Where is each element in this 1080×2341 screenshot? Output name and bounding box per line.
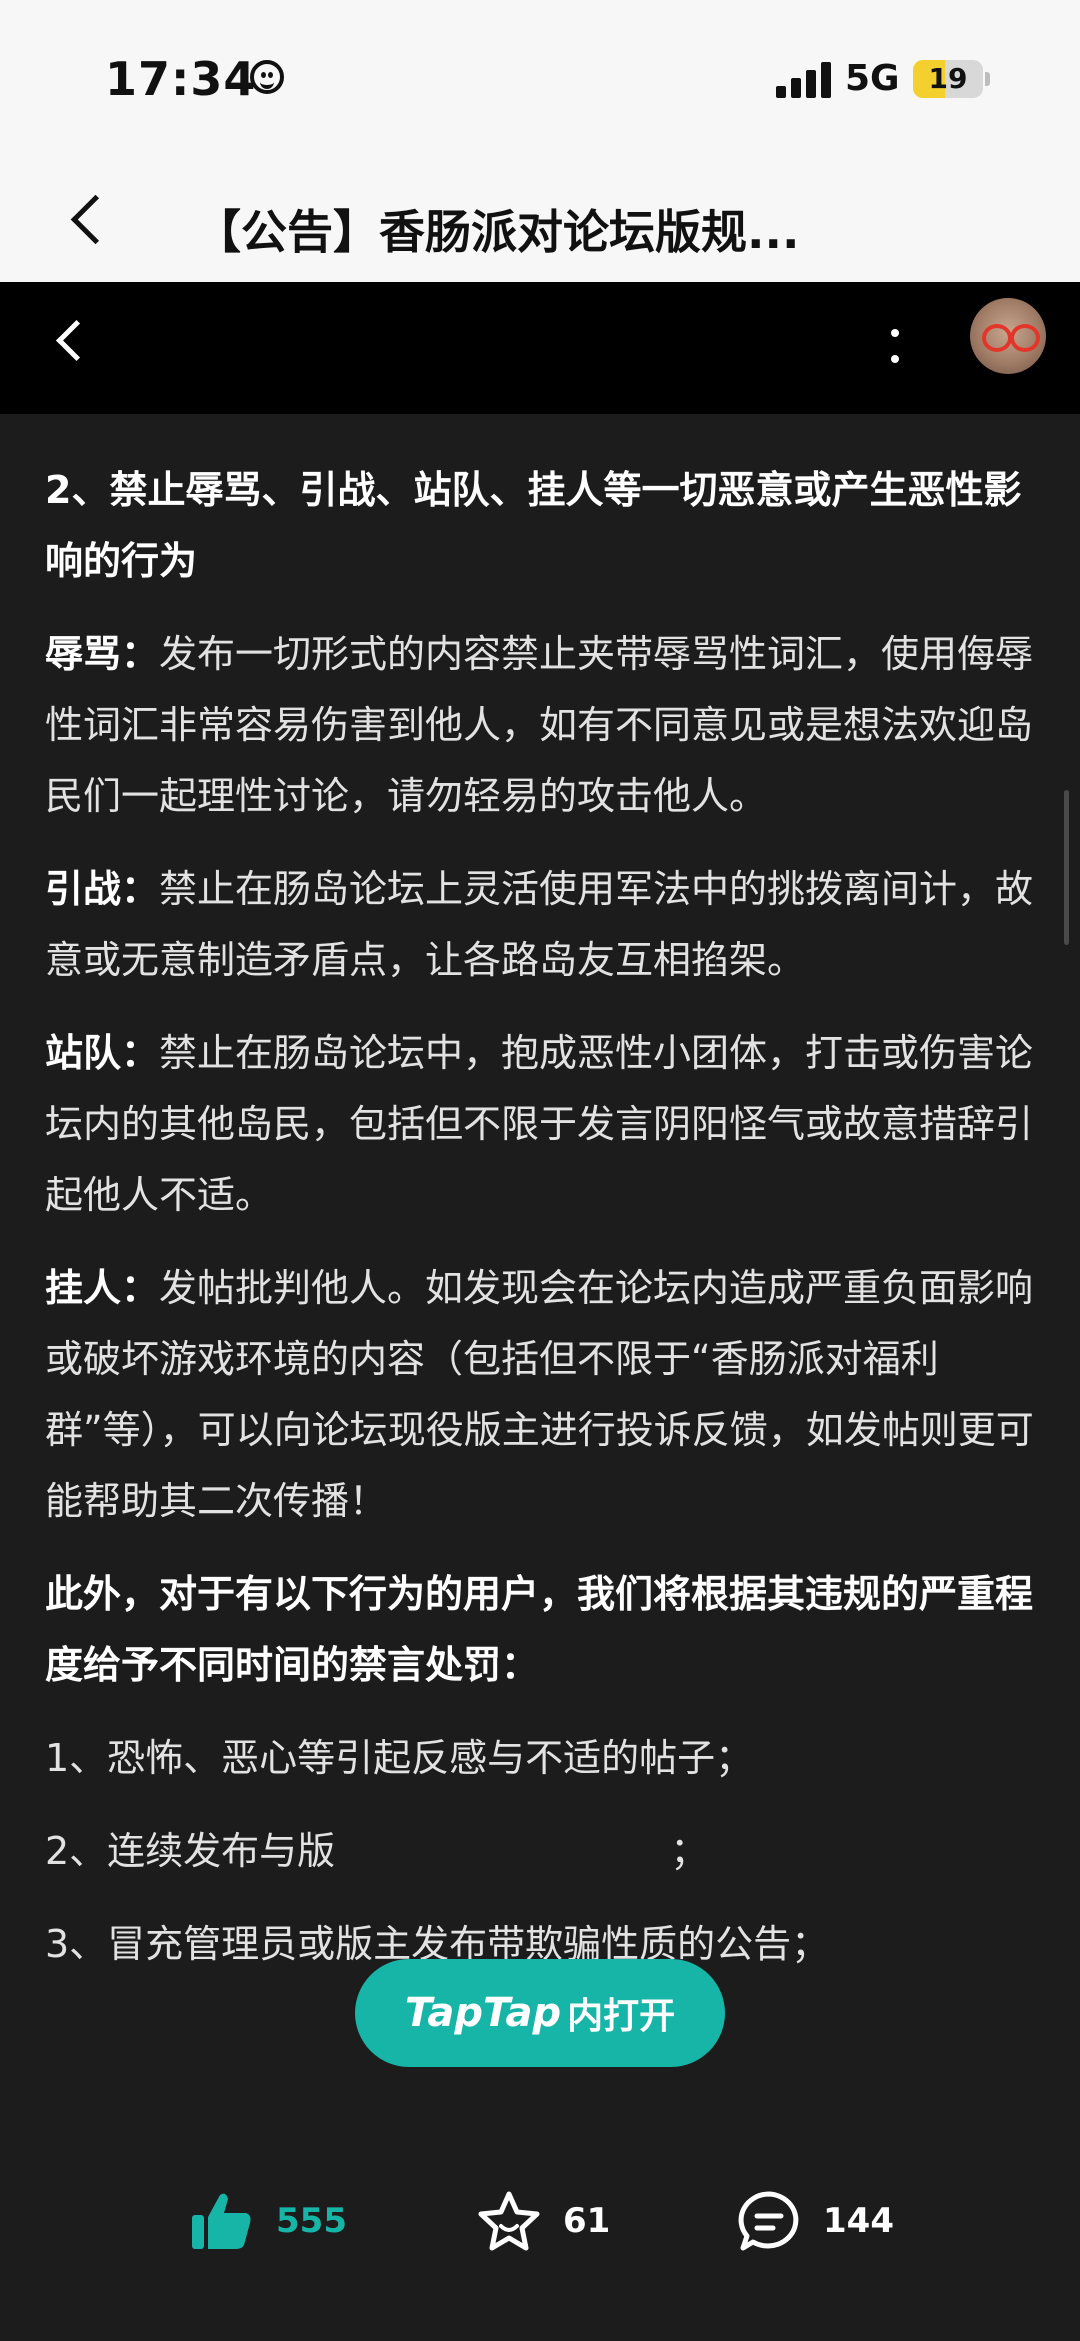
like-count: 555 bbox=[276, 2201, 347, 2241]
open-app-label: 内打开 bbox=[567, 1996, 676, 2037]
rule-text: 禁止在肠岛论坛上灵活使用军法中的挑拨离间计，故意或无意制造矛盾点，让各路岛友互相… bbox=[45, 867, 1034, 982]
comment-count: 144 bbox=[823, 2201, 894, 2241]
penalty-item: 2、连续发布与版 ； bbox=[45, 1816, 1035, 1887]
rule-faction: 站队：禁止在肠岛论坛中，抱成恶性小团体，打击或伤害论坛内的其他岛民，包括但不限于… bbox=[45, 1018, 1035, 1231]
battery-tip bbox=[985, 72, 990, 86]
section-title: 2、禁止辱骂、引战、站队、挂人等一切恶意或产生恶性影响的行为 bbox=[45, 468, 1022, 583]
rule-term: 站队： bbox=[45, 1031, 160, 1075]
rule-text: 禁止在肠岛论坛中，抱成恶性小团体，打击或伤害论坛内的其他岛民，包括但不限于发言阴… bbox=[45, 1031, 1034, 1217]
penalty-item: 1、恐怖、恶心等引起反感与不适的帖子； bbox=[45, 1736, 754, 1780]
rule-insult: 辱骂：发布一切形式的内容禁止夹带辱骂性词汇，使用侮辱性词汇非常容易伤害到他人，如… bbox=[45, 619, 1035, 832]
penalty-intro: 此外，对于有以下行为的用户，我们将根据其违规的严重程度给予不同时间的禁言处罚： bbox=[45, 1572, 1034, 1687]
penalty-item-end: ； bbox=[670, 1829, 709, 1873]
comment-icon bbox=[738, 2191, 799, 2251]
status-time: 17:34 bbox=[105, 52, 257, 106]
action-bar: 555 61 144 bbox=[0, 2170, 1080, 2270]
rule-term: 挂人： bbox=[45, 1266, 160, 1310]
status-bar: 17:34 5G 19 bbox=[0, 0, 1080, 160]
rule-term: 引战： bbox=[45, 867, 160, 911]
page-title: 【公告】香肠派对论坛版规... bbox=[195, 205, 800, 259]
cellular-signal-icon bbox=[776, 60, 832, 98]
rule-text: 发帖批判他人。如发现会在论坛内造成严重负面影响或破坏游戏环境的内容（包括但不限于… bbox=[45, 1266, 1034, 1523]
rule-text: 发布一切形式的内容禁止夹带辱骂性词汇，使用侮辱性词汇非常容易伤害到他人，如有不同… bbox=[45, 632, 1034, 818]
rule-term: 辱骂： bbox=[45, 632, 160, 676]
scrollbar[interactable] bbox=[1064, 790, 1069, 945]
app-toolbar bbox=[0, 282, 1080, 414]
browser-header: 【公告】香肠派对论坛版规... bbox=[0, 160, 1080, 282]
battery-level: 19 bbox=[928, 62, 968, 95]
rule-callout: 挂人：发帖批判他人。如发现会在论坛内造成严重负面影响或破坏游戏环境的内容（包括但… bbox=[45, 1253, 1035, 1537]
network-type: 5G bbox=[845, 58, 900, 99]
battery-icon: 19 bbox=[913, 60, 983, 98]
favorite-button[interactable]: 61 bbox=[477, 2188, 610, 2254]
smiley-icon bbox=[250, 60, 284, 94]
favorite-count: 61 bbox=[563, 2201, 611, 2241]
avatar[interactable] bbox=[970, 298, 1046, 374]
back-arrow-icon[interactable] bbox=[44, 312, 104, 372]
back-button[interactable] bbox=[58, 190, 118, 250]
like-button[interactable]: 555 bbox=[190, 2188, 347, 2254]
comment-button[interactable]: 144 bbox=[737, 2188, 894, 2254]
thumbs-up-icon bbox=[192, 2193, 251, 2249]
open-in-taptap-button[interactable]: TapTap 内打开 bbox=[355, 1959, 725, 2067]
star-icon bbox=[478, 2191, 540, 2251]
penalty-item-start: 2、连续发布与版 bbox=[45, 1829, 336, 1873]
rule-provoke: 引战：禁止在肠岛论坛上灵活使用军法中的挑拨离间计，故意或无意制造矛盾点，让各路岛… bbox=[45, 854, 1035, 996]
taptap-logo: TapTap bbox=[404, 1990, 562, 2036]
article-content: 2、禁止辱骂、引战、站队、挂人等一切恶意或产生恶性影响的行为 辱骂：发布一切形式… bbox=[45, 455, 1035, 2002]
more-options-icon[interactable] bbox=[880, 317, 910, 377]
